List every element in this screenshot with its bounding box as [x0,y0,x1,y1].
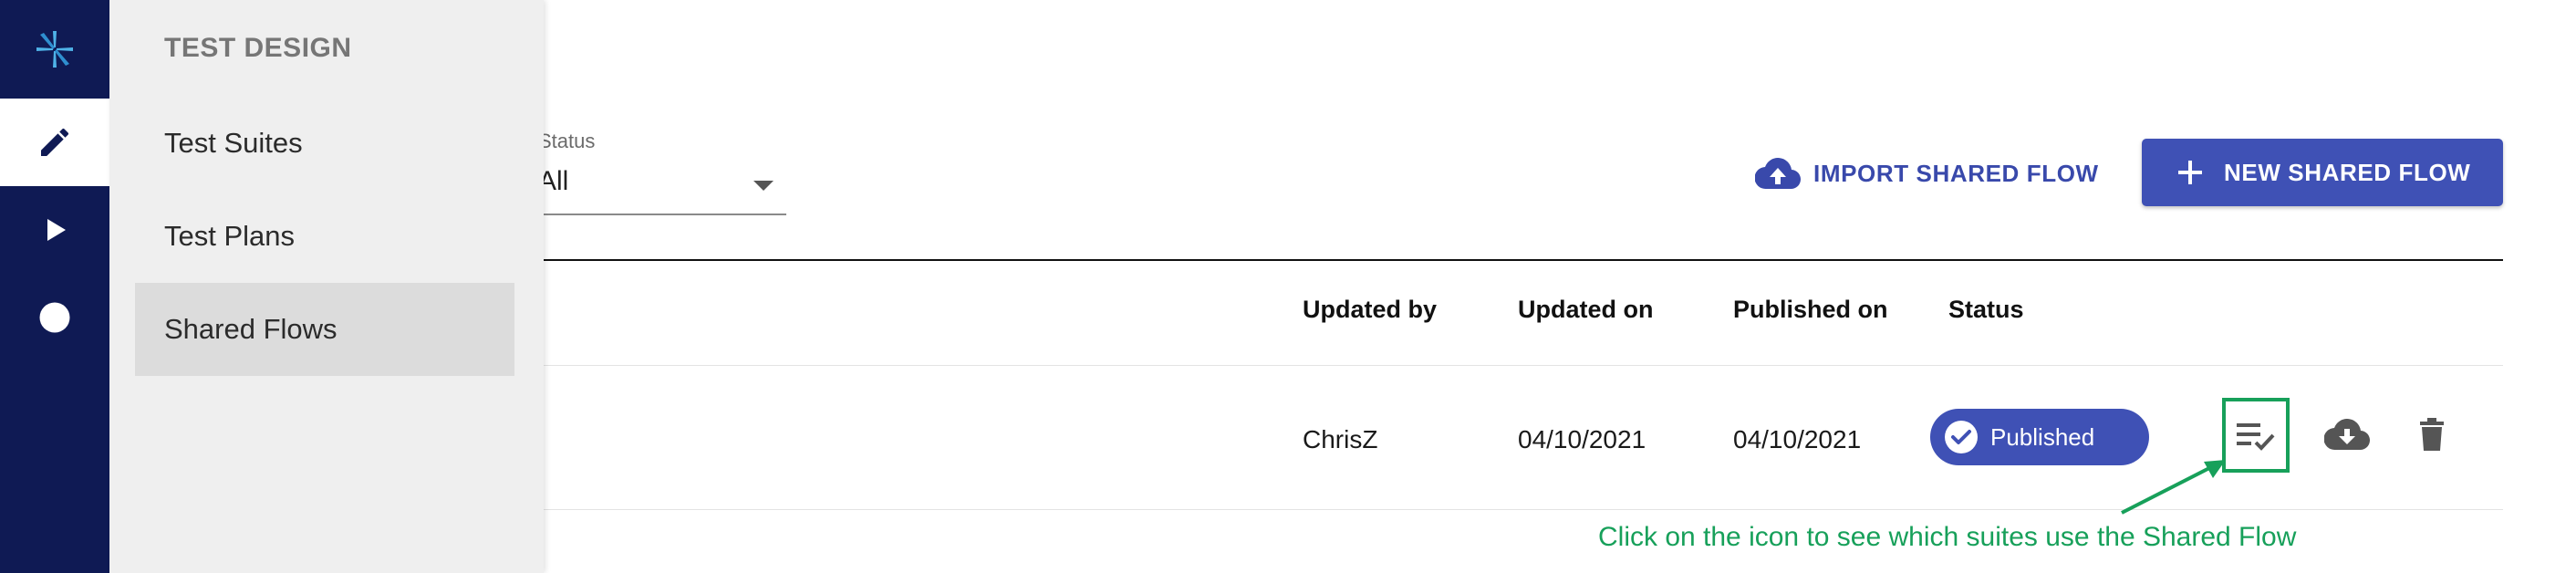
arrow-icon [2121,460,2226,515]
check-circle-icon [1945,421,1978,453]
cell-published-on: 04/10/2021 [1733,425,1862,453]
rail-item-test-design[interactable] [0,99,109,186]
play-icon [47,219,66,241]
status-filter-select[interactable]: All [511,164,786,215]
header-divider [511,365,2503,366]
import-shared-flow-label: IMPORT SHARED FLOW [1813,159,2099,187]
chevron-down-icon [753,181,774,191]
trash-icon [2420,418,2444,451]
status-badge-label: Published [1990,422,2095,451]
delete-button[interactable] [2417,416,2446,457]
annotation-text: Click on the icon to see which suites us… [1598,522,2297,552]
cloud-upload-icon [1755,158,1801,190]
table-top-border [511,259,2503,261]
column-header-status[interactable]: Status [1948,296,2024,324]
test-design-menu: TEST DESIGN Test Suites Test Plans Share… [109,0,544,573]
column-header-updated-on[interactable]: Updated on [1518,296,1654,324]
new-shared-flow-button[interactable]: NEW SHARED FLOW [2142,139,2503,206]
rail-item-record[interactable] [0,274,109,361]
cloud-download-icon [2323,419,2371,451]
new-shared-flow-label: NEW SHARED FLOW [2224,158,2471,186]
menu-title: TEST DESIGN [164,33,352,63]
menu-item-shared-flows[interactable]: Shared Flows [135,283,514,376]
status-filter-label: Status [538,130,596,152]
import-shared-flow-button[interactable]: IMPORT SHARED FLOW [1755,146,2099,201]
nav-rail [0,0,109,573]
app-logo-icon [36,31,73,68]
column-header-published-on[interactable]: Published on [1733,296,1888,324]
app-logo[interactable] [0,0,109,99]
shared-flow-usage-button[interactable] [2222,398,2290,473]
column-header-updated-by[interactable]: Updated by [1303,296,1437,324]
cell-updated-on: 04/10/2021 [1518,425,1646,453]
download-button[interactable] [2323,416,2371,457]
rail-item-run[interactable] [0,186,109,274]
pencil-icon [41,128,69,156]
playlist-check-icon [2237,423,2275,451]
circle-icon [39,302,70,333]
menu-item-test-suites[interactable]: Test Suites [135,97,514,190]
menu-item-test-plans[interactable]: Test Plans [135,190,514,283]
cell-updated-by: ChrisZ [1303,425,1378,453]
plus-icon [2178,161,2202,184]
